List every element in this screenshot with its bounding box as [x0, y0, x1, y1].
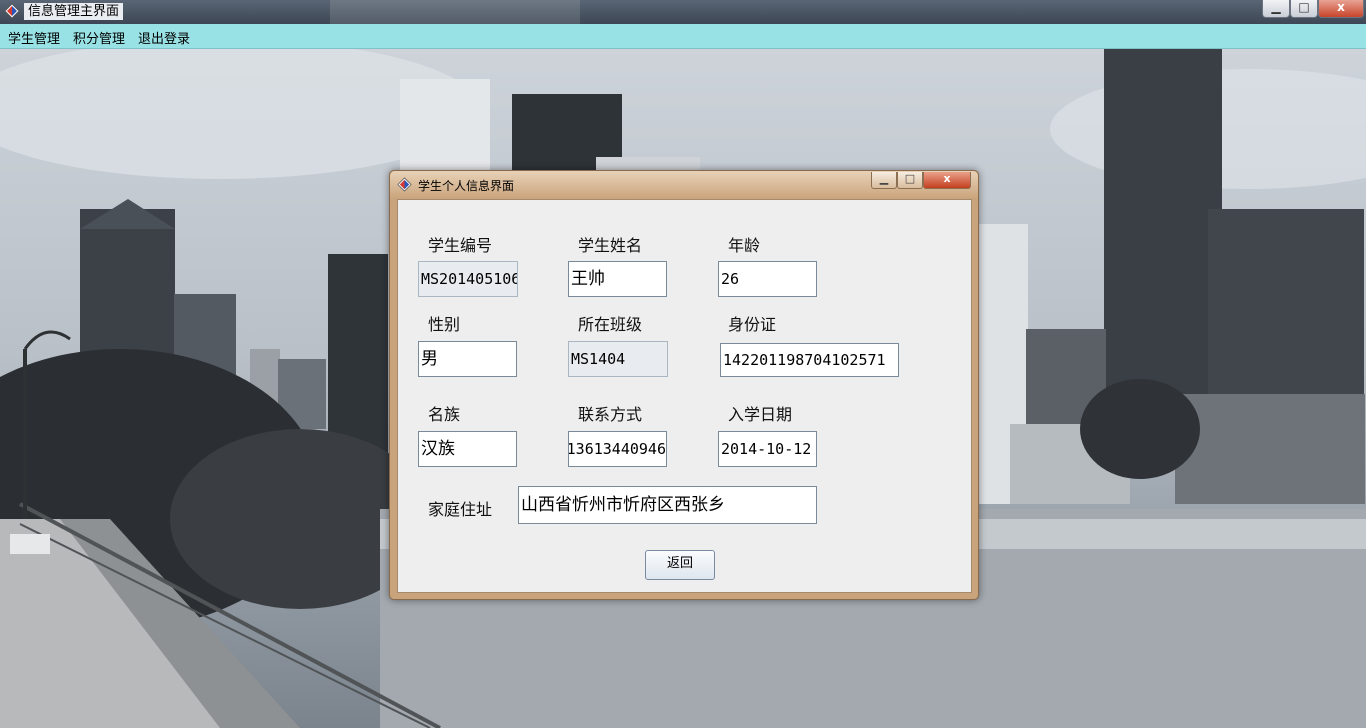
- enroll-date-label: 入学日期: [728, 405, 793, 424]
- class-field[interactable]: MS1404: [568, 341, 668, 377]
- window-title: 信息管理主界面: [24, 3, 124, 20]
- student-name-field[interactable]: 王帅: [568, 261, 667, 297]
- id-card-field[interactable]: 142201198704102571: [720, 343, 899, 377]
- background-window-tab: [330, 0, 580, 24]
- student-id-label: 学生编号: [428, 236, 493, 255]
- age-field[interactable]: 26: [718, 261, 817, 297]
- menu-logout[interactable]: 退出登录: [138, 28, 190, 47]
- maximize-button[interactable]: □: [1290, 0, 1318, 18]
- enroll-date-field[interactable]: 2014-10-12: [718, 431, 817, 467]
- dialog-titlebar[interactable]: 学生个人信息界面 ▁ □ x: [390, 171, 978, 198]
- gender-field[interactable]: 男: [418, 341, 517, 377]
- dialog-close-button[interactable]: x: [923, 172, 971, 189]
- close-button[interactable]: x: [1318, 0, 1364, 18]
- menu-student-management[interactable]: 学生管理: [8, 28, 60, 47]
- age-label: 年龄: [728, 236, 761, 255]
- dialog-content: 学生编号 学生姓名 年龄 MS201405106 王帅 26 性别 所在班级 身…: [397, 199, 972, 593]
- address-field[interactable]: 山西省忻州市忻府区西张乡: [518, 486, 817, 524]
- dialog-maximize-button[interactable]: □: [897, 172, 923, 189]
- ethnicity-label: 名族: [428, 405, 461, 424]
- minimize-button[interactable]: ▁: [1262, 0, 1290, 18]
- contact-field[interactable]: 13613440946: [568, 431, 667, 467]
- student-name-label: 学生姓名: [578, 236, 643, 255]
- student-info-dialog: 学生个人信息界面 ▁ □ x 学生编号 学生姓名 年龄 MS201405106 …: [389, 170, 979, 600]
- app-logo-icon: [4, 3, 20, 19]
- dialog-minimize-button[interactable]: ▁: [871, 172, 897, 189]
- class-label: 所在班级: [578, 315, 643, 334]
- dialog-title: 学生个人信息界面: [418, 179, 515, 193]
- menu-points-management[interactable]: 积分管理: [73, 28, 125, 47]
- contact-label: 联系方式: [578, 405, 643, 424]
- student-id-field[interactable]: MS201405106: [418, 261, 518, 297]
- gender-label: 性别: [428, 315, 461, 334]
- ethnicity-field[interactable]: 汉族: [418, 431, 517, 467]
- menu-bar: 学生管理 积分管理 退出登录: [0, 24, 1366, 49]
- id-card-label: 身份证: [728, 315, 777, 334]
- app-logo-icon: [397, 177, 412, 192]
- return-button[interactable]: 返回: [645, 550, 715, 580]
- address-label: 家庭住址: [428, 500, 493, 519]
- main-titlebar: 信息管理主界面 ▁ □ x: [0, 0, 1366, 24]
